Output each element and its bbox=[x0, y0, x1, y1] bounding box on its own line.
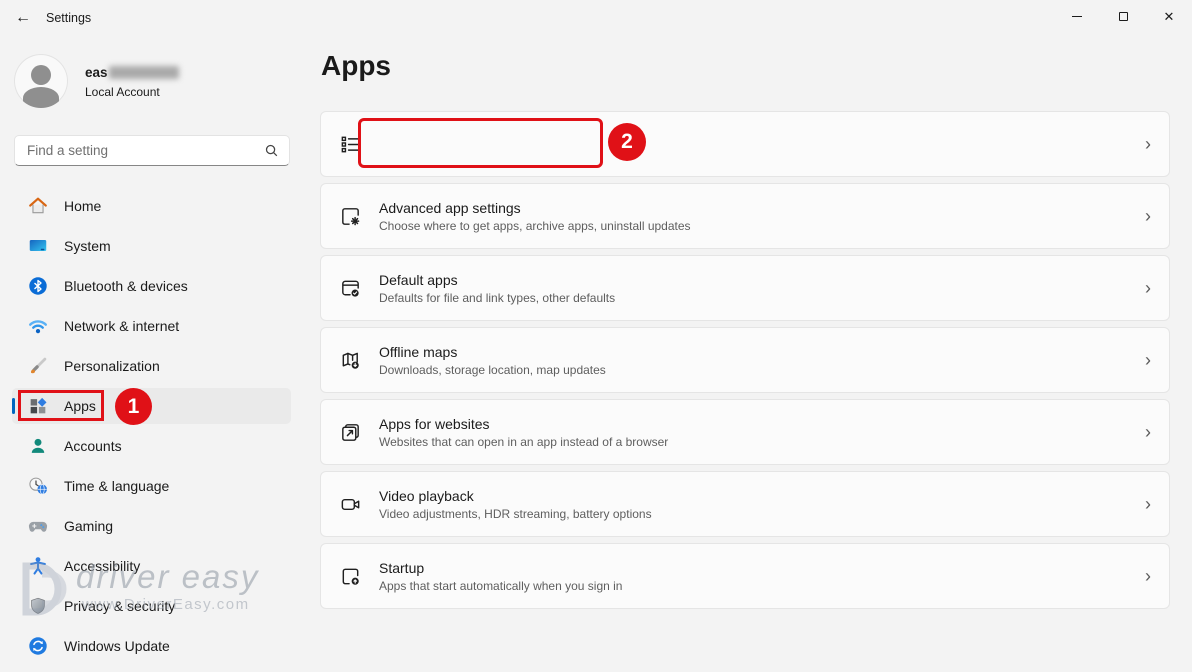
card-video-playback[interactable]: Video playback Video adjustments, HDR st… bbox=[320, 471, 1170, 537]
sidebar-item-home[interactable]: Home bbox=[12, 188, 291, 224]
sidebar-item-personalization[interactable]: Personalization bbox=[12, 348, 291, 384]
close-icon: ✕ bbox=[1164, 10, 1175, 23]
account-type: Local Account bbox=[85, 85, 160, 99]
card-subtitle: Downloads, storage location, map updates bbox=[379, 363, 606, 377]
gamepad-icon bbox=[27, 515, 49, 537]
home-icon bbox=[27, 195, 49, 217]
card-subtitle: Choose where to get apps, archive apps, … bbox=[379, 219, 691, 233]
system-icon bbox=[27, 235, 49, 257]
bluetooth-icon bbox=[27, 275, 49, 297]
shield-icon bbox=[27, 595, 49, 617]
back-arrow-icon: ← bbox=[15, 9, 31, 27]
maximize-icon bbox=[1119, 12, 1128, 21]
card-subtitle: Video adjustments, HDR streaming, batter… bbox=[379, 507, 652, 521]
card-title: Advanced app settings bbox=[379, 200, 691, 216]
avatar-torso bbox=[23, 87, 59, 108]
account-name-redaction bbox=[109, 66, 179, 79]
titlebar: ← Settings ✕ bbox=[0, 0, 1192, 36]
sidebar-item-label: Windows Update bbox=[64, 638, 170, 654]
card-default-apps[interactable]: Default apps Defaults for file and link … bbox=[320, 255, 1170, 321]
search-icon bbox=[264, 143, 279, 158]
sidebar-item-label: Privacy & security bbox=[64, 598, 175, 614]
card-title: Default apps bbox=[379, 272, 615, 288]
card-subtitle: Apps that start automatically when you s… bbox=[379, 579, 622, 593]
accessibility-icon bbox=[27, 555, 49, 577]
chevron-right-icon: › bbox=[1145, 279, 1151, 297]
sidebar-item-label: Network & internet bbox=[64, 318, 179, 334]
annotation-step-2-badge: 2 bbox=[608, 123, 646, 161]
sidebar-item-bluetooth-devices[interactable]: Bluetooth & devices bbox=[12, 268, 291, 304]
chevron-right-icon: › bbox=[1145, 135, 1151, 153]
card-apps-for-websites[interactable]: Apps for websites Websites that can open… bbox=[320, 399, 1170, 465]
sidebar-nav: Home System Bluetooth & devices Network … bbox=[0, 188, 300, 668]
settings-card-list: Installed apps Uninstall and manage apps… bbox=[320, 111, 1170, 615]
offline-maps-icon bbox=[339, 349, 362, 372]
avatar-head bbox=[31, 65, 51, 85]
annotation-step-1-badge: 1 bbox=[115, 388, 152, 425]
card-title: Offline maps bbox=[379, 344, 606, 360]
annotation-box-apps bbox=[18, 390, 104, 421]
sidebar-item-accounts[interactable]: Accounts bbox=[12, 428, 291, 464]
sidebar-item-label: System bbox=[64, 238, 111, 254]
chevron-right-icon: › bbox=[1145, 351, 1151, 369]
avatar[interactable] bbox=[14, 54, 68, 108]
person-icon bbox=[27, 435, 49, 457]
sidebar-item-accessibility[interactable]: Accessibility bbox=[12, 548, 291, 584]
sidebar-item-label: Bluetooth & devices bbox=[64, 278, 188, 294]
chevron-right-icon: › bbox=[1145, 495, 1151, 513]
sidebar-item-windows-update[interactable]: Windows Update bbox=[12, 628, 291, 664]
clock-globe-icon bbox=[27, 475, 49, 497]
sidebar-item-system[interactable]: System bbox=[12, 228, 291, 264]
chevron-right-icon: › bbox=[1145, 423, 1151, 441]
sidebar-item-network-internet[interactable]: Network & internet bbox=[12, 308, 291, 344]
close-button[interactable]: ✕ bbox=[1146, 0, 1192, 33]
sidebar-item-label: Accounts bbox=[64, 438, 122, 454]
search-box[interactable] bbox=[14, 135, 290, 166]
paintbrush-icon bbox=[27, 355, 49, 377]
page-title: Apps bbox=[321, 50, 391, 82]
window-controls: ✕ bbox=[1054, 0, 1192, 33]
maximize-button[interactable] bbox=[1100, 0, 1146, 33]
card-subtitle: Defaults for file and link types, other … bbox=[379, 291, 615, 305]
card-offline-maps[interactable]: Offline maps Downloads, storage location… bbox=[320, 327, 1170, 393]
apps-for-websites-icon bbox=[339, 421, 362, 444]
card-title: Startup bbox=[379, 560, 622, 576]
startup-icon bbox=[339, 565, 362, 588]
account-name: eas bbox=[85, 65, 179, 80]
card-subtitle: Websites that can open in an app instead… bbox=[379, 435, 668, 449]
update-icon bbox=[27, 635, 49, 657]
minimize-button[interactable] bbox=[1054, 0, 1100, 33]
sidebar-item-label: Accessibility bbox=[64, 558, 140, 574]
card-title: Video playback bbox=[379, 488, 652, 504]
back-button[interactable]: ← bbox=[8, 4, 38, 32]
sidebar-item-label: Gaming bbox=[64, 518, 113, 534]
minimize-icon bbox=[1072, 16, 1082, 17]
wifi-icon bbox=[27, 315, 49, 337]
window-title: Settings bbox=[46, 11, 91, 25]
sidebar-item-label: Personalization bbox=[64, 358, 160, 374]
chevron-right-icon: › bbox=[1145, 567, 1151, 585]
sidebar-item-privacy-security[interactable]: Privacy & security bbox=[12, 588, 291, 624]
video-playback-icon bbox=[339, 493, 362, 516]
sidebar-item-time-language[interactable]: Time & language bbox=[12, 468, 291, 504]
sidebar-item-label: Home bbox=[64, 198, 101, 214]
annotation-box-installed-apps bbox=[358, 118, 603, 168]
default-apps-icon bbox=[339, 277, 362, 300]
card-title: Apps for websites bbox=[379, 416, 668, 432]
search-input[interactable] bbox=[27, 143, 264, 158]
account-name-text: eas bbox=[85, 65, 108, 80]
advanced-app-settings-icon bbox=[339, 205, 362, 228]
card-advanced-app-settings[interactable]: Advanced app settings Choose where to ge… bbox=[320, 183, 1170, 249]
sidebar-item-gaming[interactable]: Gaming bbox=[12, 508, 291, 544]
sidebar-item-label: Time & language bbox=[64, 478, 169, 494]
chevron-right-icon: › bbox=[1145, 207, 1151, 225]
card-startup[interactable]: Startup Apps that start automatically wh… bbox=[320, 543, 1170, 609]
